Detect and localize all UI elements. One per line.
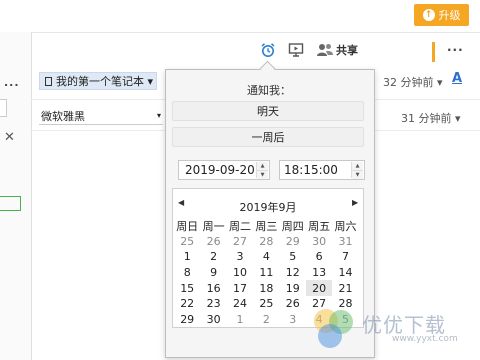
font-color-button[interactable]: A bbox=[452, 71, 462, 86]
stepper-up-icon[interactable]: ▲ bbox=[257, 162, 268, 170]
more-icon[interactable]: ... bbox=[4, 76, 20, 89]
calendar-day[interactable]: 3 bbox=[227, 249, 253, 265]
calendar-month-title: 2019年9月 bbox=[239, 201, 297, 214]
people-icon[interactable] bbox=[316, 42, 334, 58]
calendar-day[interactable]: 12 bbox=[280, 265, 306, 281]
calendar-day[interactable]: 18 bbox=[253, 280, 279, 296]
calendar-day[interactable]: 23 bbox=[200, 296, 226, 312]
stepper-up-icon[interactable]: ▲ bbox=[352, 162, 363, 170]
calendar-day[interactable]: 29 bbox=[174, 312, 200, 328]
updated-time[interactable]: 32 分钟前 ▾ bbox=[383, 74, 443, 90]
one-week-label: 一周后 bbox=[251, 131, 285, 144]
calendar-day[interactable]: 22 bbox=[174, 296, 200, 312]
date-value: 2019-09-20 bbox=[185, 163, 255, 177]
time-input[interactable]: 18:15:00 ▲ ▼ bbox=[279, 160, 365, 180]
calendar-day[interactable]: 8 bbox=[174, 265, 200, 281]
list-item[interactable] bbox=[0, 99, 7, 117]
calendar-day[interactable]: 10 bbox=[227, 265, 253, 281]
font-family-select[interactable]: 微软雅黑 ▾ bbox=[39, 107, 163, 125]
calendar-day-selected[interactable]: 20 bbox=[305, 280, 333, 296]
calendar-day[interactable]: 31 bbox=[332, 234, 358, 250]
color-marker bbox=[432, 42, 435, 62]
calendar-day[interactable]: 16 bbox=[200, 280, 226, 296]
calendar-day[interactable]: 7 bbox=[332, 249, 358, 265]
arrow-up-circle-icon: ↑ bbox=[422, 9, 435, 21]
weekday-header: 周六 bbox=[334, 219, 357, 233]
selected-note-item[interactable] bbox=[0, 196, 21, 211]
stepper-down-icon[interactable]: ▼ bbox=[352, 170, 363, 179]
weekday-header: 周一 bbox=[202, 219, 225, 233]
weekday-header: 周四 bbox=[281, 219, 304, 233]
date-stepper[interactable]: ▲ ▼ bbox=[256, 162, 268, 179]
present-icon[interactable] bbox=[288, 42, 304, 58]
notify-label: 通知我： bbox=[247, 84, 291, 97]
tomorrow-button[interactable]: 明天 bbox=[172, 101, 364, 121]
calendar-day[interactable]: 25 bbox=[174, 234, 200, 250]
top-bar bbox=[0, 0, 480, 33]
one-week-button[interactable]: 一周后 bbox=[172, 127, 364, 147]
weekday-header: 周五 bbox=[308, 219, 331, 233]
more-options-icon[interactable]: ... bbox=[447, 40, 464, 54]
watermark-logo bbox=[314, 309, 353, 348]
watermark-url: www.yyxt.com bbox=[392, 334, 458, 344]
calendar-day[interactable]: 2 bbox=[200, 249, 226, 265]
calendar-day[interactable]: 29 bbox=[280, 234, 306, 250]
tomorrow-label: 明天 bbox=[257, 105, 279, 118]
notebook-icon bbox=[45, 76, 52, 86]
previous-month-icon[interactable]: ◀ bbox=[178, 198, 184, 207]
calendar-day[interactable]: 17 bbox=[227, 280, 253, 296]
calendar-day[interactable]: 15 bbox=[174, 280, 200, 296]
date-input[interactable]: 2019-09-20 ▲ ▼ bbox=[178, 160, 270, 180]
calendar-day[interactable]: 14 bbox=[332, 265, 358, 281]
calendar-day[interactable]: 5 bbox=[280, 249, 306, 265]
calendar-day[interactable]: 27 bbox=[227, 234, 253, 250]
calendar-day[interactable]: 11 bbox=[253, 265, 279, 281]
alarm-clock-icon[interactable] bbox=[260, 42, 276, 58]
chevron-down-icon: ▾ bbox=[156, 111, 161, 120]
upgrade-button[interactable]: ↑ 升级 bbox=[414, 4, 469, 26]
weekday-header: 周三 bbox=[255, 219, 278, 233]
calendar-day[interactable]: 2 bbox=[253, 312, 279, 328]
weekday-header: 周日 bbox=[176, 219, 199, 233]
updated-time-2[interactable]: 31 分钟前 ▾ bbox=[401, 110, 461, 126]
calendar-day[interactable]: 21 bbox=[332, 280, 358, 296]
next-month-icon[interactable]: ▶ bbox=[352, 198, 358, 207]
time-value: 18:15:00 bbox=[284, 163, 338, 177]
calendar-day[interactable]: 25 bbox=[253, 296, 279, 312]
share-button[interactable]: 共享 bbox=[336, 42, 358, 58]
weekday-header: 周二 bbox=[228, 219, 251, 233]
notebook-selector[interactable]: 我的第一个笔记本 ▾ bbox=[39, 72, 157, 90]
calendar-day[interactable]: 30 bbox=[200, 312, 226, 328]
stepper-down-icon[interactable]: ▼ bbox=[257, 170, 268, 179]
calendar-day[interactable]: 1 bbox=[174, 249, 200, 265]
calendar-day[interactable]: 24 bbox=[227, 296, 253, 312]
calendar-day[interactable]: 1 bbox=[227, 312, 253, 328]
calendar-day[interactable]: 26 bbox=[200, 234, 226, 250]
calendar-day[interactable]: 28 bbox=[253, 234, 279, 250]
upgrade-label: 升级 bbox=[438, 9, 461, 22]
calendar-day[interactable]: 3 bbox=[280, 312, 306, 328]
calendar-day[interactable]: 9 bbox=[200, 265, 226, 281]
notebook-label: 我的第一个笔记本 ▾ bbox=[56, 75, 154, 88]
font-family-value: 微软雅黑 bbox=[41, 109, 85, 123]
calendar-day[interactable]: 30 bbox=[306, 234, 332, 250]
calendar-day[interactable]: 13 bbox=[306, 265, 332, 281]
calendar-day[interactable]: 4 bbox=[253, 249, 279, 265]
calendar-day[interactable]: 19 bbox=[280, 280, 306, 296]
calendar-day[interactable]: 26 bbox=[280, 296, 306, 312]
time-stepper[interactable]: ▲ ▼ bbox=[351, 162, 363, 179]
close-icon[interactable]: ✕ bbox=[4, 130, 15, 145]
calendar-day[interactable]: 6 bbox=[306, 249, 332, 265]
